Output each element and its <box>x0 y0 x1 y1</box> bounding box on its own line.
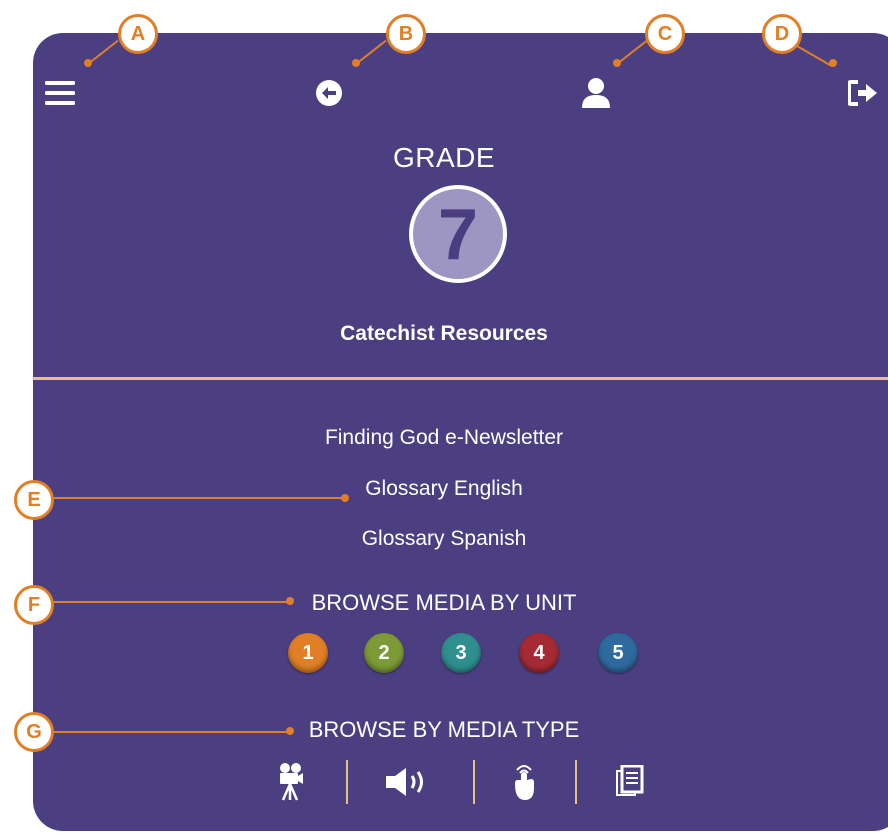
menu-icon[interactable] <box>45 80 75 106</box>
page-title: Catechist Resources <box>340 322 548 345</box>
media-type-separator <box>575 760 577 804</box>
callout-pointer-dot <box>286 727 294 735</box>
unit-3-button[interactable]: 3 <box>441 633 481 673</box>
browse-unit-title: BROWSE MEDIA BY UNIT <box>311 590 577 615</box>
callout-e: E <box>14 480 54 520</box>
speaker-icon[interactable] <box>385 766 433 803</box>
unit-2-button[interactable]: 2 <box>364 633 404 673</box>
touch-icon[interactable] <box>511 762 537 807</box>
unit-4-button[interactable]: 4 <box>519 633 559 673</box>
link-glossary-spanish[interactable]: Glossary Spanish <box>0 527 888 551</box>
unit-1-button[interactable]: 1 <box>288 633 328 673</box>
video-camera-icon[interactable] <box>278 762 304 807</box>
callout-d: D <box>762 14 802 54</box>
media-type-separator <box>473 760 475 804</box>
section-divider <box>33 377 888 380</box>
callout-pointer-dot <box>341 494 349 502</box>
callout-f: F <box>14 585 54 625</box>
callout-b: B <box>386 14 426 54</box>
grade-number-badge: 7 <box>409 185 507 283</box>
media-type-separator <box>346 760 348 804</box>
callout-leader-line <box>54 601 288 603</box>
back-arrow-icon[interactable] <box>316 80 342 106</box>
grade-label: GRADE <box>392 142 496 173</box>
callout-c: C <box>645 14 685 54</box>
link-newsletter[interactable]: Finding God e-Newsletter <box>0 426 888 450</box>
user-profile-icon[interactable] <box>581 77 611 109</box>
callout-leader-line <box>54 497 344 499</box>
callout-pointer-dot <box>286 597 294 605</box>
callout-a: A <box>118 14 158 54</box>
callout-leader-line <box>54 731 288 733</box>
browse-type-title: BROWSE BY MEDIA TYPE <box>308 717 580 742</box>
callout-g: G <box>14 712 54 752</box>
unit-5-button[interactable]: 5 <box>598 633 638 673</box>
callout-pointer-dot <box>829 59 837 67</box>
document-icon[interactable] <box>615 764 645 804</box>
logout-icon[interactable] <box>848 80 880 106</box>
